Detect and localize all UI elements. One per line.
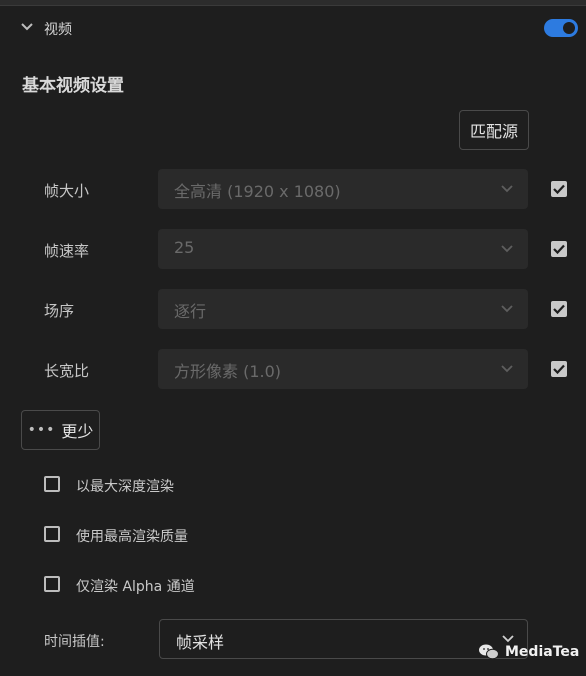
max-quality-checkbox[interactable] <box>44 526 60 542</box>
show-less-button[interactable]: ••• 更少 <box>21 410 100 450</box>
checkmark-icon <box>553 364 565 375</box>
more-dots-icon: ••• <box>27 422 56 438</box>
alpha-only-checkbox[interactable] <box>44 576 60 592</box>
match-source-button[interactable]: 匹配源 <box>459 110 529 150</box>
frame-rate-label: 帧速率 <box>44 242 90 260</box>
frame-size-select[interactable]: 全高清 (1920 x 1080) <box>158 169 528 209</box>
field-order-select[interactable]: 逐行 <box>158 289 528 329</box>
max-depth-label: 以最大深度渲染 <box>76 479 174 495</box>
checkmark-icon <box>553 304 565 315</box>
frame-rate-checkbox[interactable] <box>551 241 567 257</box>
max-quality-label: 使用最高渲染质量 <box>76 529 188 545</box>
video-section-header[interactable]: 视频 <box>18 16 582 44</box>
frame-rate-value: 25 <box>174 238 195 257</box>
frame-size-label: 帧大小 <box>44 182 90 200</box>
toggle-knob <box>563 22 575 34</box>
frame-rate-select[interactable]: 25 <box>158 229 528 269</box>
time-interpolation-label: 时间插值: <box>44 634 105 650</box>
basic-video-settings-heading: 基本视频设置 <box>22 76 124 96</box>
video-enable-toggle[interactable] <box>544 19 578 37</box>
wechat-icon <box>479 644 499 660</box>
section-title: 视频 <box>44 22 72 38</box>
field-order-label: 场序 <box>44 302 75 320</box>
chevron-down-icon[interactable] <box>18 18 36 36</box>
max-depth-checkbox[interactable] <box>44 476 60 492</box>
time-interpolation-select[interactable]: 帧采样 <box>159 619 528 659</box>
checkmark-icon <box>553 184 565 195</box>
checkmark-icon <box>553 244 565 255</box>
show-less-label: 更少 <box>61 422 94 441</box>
aspect-ratio-checkbox[interactable] <box>551 361 567 377</box>
chevron-down-icon <box>501 245 513 253</box>
chevron-down-icon <box>501 365 513 373</box>
time-interpolation-value: 帧采样 <box>176 633 225 652</box>
aspect-ratio-value: 方形像素 (1.0) <box>174 362 282 381</box>
top-divider <box>0 0 586 6</box>
field-order-value: 逐行 <box>174 302 207 321</box>
frame-size-value: 全高清 (1920 x 1080) <box>174 182 341 201</box>
watermark: MediaTea <box>478 642 579 662</box>
watermark-text: MediaTea <box>505 644 580 660</box>
alpha-only-label: 仅渲染 Alpha 通道 <box>76 579 195 595</box>
field-order-checkbox[interactable] <box>551 301 567 317</box>
aspect-ratio-select[interactable]: 方形像素 (1.0) <box>158 349 528 389</box>
frame-size-checkbox[interactable] <box>551 181 567 197</box>
aspect-ratio-label: 长宽比 <box>44 362 90 380</box>
chevron-down-icon <box>501 305 513 313</box>
chevron-down-icon <box>501 185 513 193</box>
